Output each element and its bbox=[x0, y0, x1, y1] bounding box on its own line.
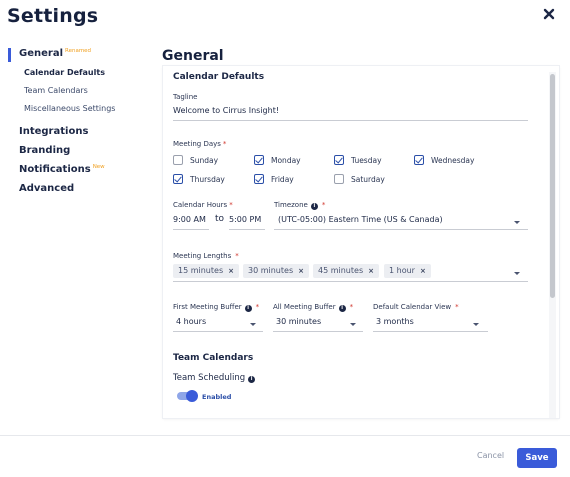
meeting-length-chip: 30 minutes × bbox=[243, 264, 309, 278]
default-calendar-view-select[interactable]: 3 months bbox=[373, 314, 488, 332]
sidebar-item-general[interactable]: General Renamed bbox=[19, 48, 91, 59]
meeting-length-chip: 15 minutes × bbox=[173, 264, 239, 278]
default-view-value: 3 months bbox=[376, 317, 414, 326]
footer-divider bbox=[0, 435, 570, 436]
info-icon[interactable]: i bbox=[310, 203, 318, 210]
checkbox-sunday[interactable] bbox=[173, 155, 183, 165]
chevron-down-icon bbox=[514, 272, 520, 275]
sidebar-item-label: General bbox=[19, 48, 63, 59]
chevron-down-icon bbox=[514, 221, 520, 224]
sidebar-item-branding[interactable]: Branding bbox=[19, 145, 70, 156]
timezone-label: Timezone i * bbox=[274, 201, 326, 210]
hours-start-input[interactable]: 9:00 AM bbox=[173, 212, 209, 230]
checkbox-wednesday[interactable] bbox=[414, 155, 424, 165]
default-calendar-view-label: Default Calendar View * bbox=[373, 303, 459, 311]
checkbox-tuesday[interactable] bbox=[334, 155, 344, 165]
checkbox-monday[interactable] bbox=[254, 155, 264, 165]
main-title: General bbox=[162, 48, 224, 64]
tagline-value: Welcome to Cirrus Insight! bbox=[173, 106, 280, 115]
toggle-status-label: Enabled bbox=[202, 393, 232, 401]
checkbox-thursday[interactable] bbox=[173, 174, 183, 184]
scrollbar-thumb[interactable] bbox=[550, 74, 555, 298]
all-meeting-buffer-select[interactable]: 30 minutes bbox=[273, 314, 363, 332]
checkbox-friday[interactable] bbox=[254, 174, 264, 184]
tagline-label: Tagline bbox=[173, 93, 198, 101]
sidebar-item-label: Notifications bbox=[19, 164, 91, 175]
chevron-down-icon bbox=[250, 323, 256, 326]
sidebar-subitem-team-calendars[interactable]: Team Calendars bbox=[24, 86, 88, 95]
day-label-tuesday: Tuesday bbox=[351, 156, 382, 165]
first-meeting-buffer-label: First Meeting Buffer i * bbox=[173, 303, 260, 312]
first-meeting-buffer-select[interactable]: 4 hours bbox=[173, 314, 263, 332]
all-meeting-buffer-label: All Meeting Buffer i * bbox=[273, 303, 354, 312]
day-label-saturday: Saturday bbox=[351, 175, 385, 184]
close-icon[interactable] bbox=[543, 8, 555, 20]
sidebar-item-integrations[interactable]: Integrations bbox=[19, 126, 88, 137]
chevron-down-icon bbox=[350, 323, 356, 326]
first-buffer-value: 4 hours bbox=[176, 317, 207, 326]
required-marker: * bbox=[455, 303, 459, 311]
sidebar-item-advanced[interactable]: Advanced bbox=[19, 183, 74, 194]
info-icon[interactable]: i bbox=[248, 376, 256, 383]
remove-chip-icon[interactable]: × bbox=[228, 267, 234, 275]
remove-chip-icon[interactable]: × bbox=[420, 267, 426, 275]
section-title-calendar-defaults: Calendar Defaults bbox=[173, 72, 265, 82]
day-label-monday: Monday bbox=[271, 156, 301, 165]
day-label-wednesday: Wednesday bbox=[431, 156, 475, 165]
hours-start-value: 9:00 AM bbox=[173, 215, 206, 224]
hours-to-label: to bbox=[215, 214, 225, 224]
required-marker: * bbox=[235, 252, 239, 260]
section-title-team-calendars: Team Calendars bbox=[173, 353, 254, 363]
team-scheduling-label: Team Scheduling i bbox=[173, 373, 256, 383]
day-label-thursday: Thursday bbox=[190, 175, 225, 184]
required-marker: * bbox=[321, 201, 326, 209]
new-badge: New bbox=[92, 164, 105, 170]
chevron-down-icon bbox=[473, 323, 479, 326]
tagline-input[interactable]: Welcome to Cirrus Insight! bbox=[173, 104, 528, 121]
nav-active-indicator bbox=[8, 48, 11, 62]
remove-chip-icon[interactable]: × bbox=[298, 267, 304, 275]
required-marker: * bbox=[255, 303, 260, 311]
cancel-button[interactable]: Cancel bbox=[477, 451, 504, 460]
required-marker: * bbox=[222, 140, 227, 148]
info-icon[interactable]: i bbox=[338, 305, 346, 312]
timezone-select[interactable]: (UTC-05:00) Eastern Time (US & Canada) bbox=[274, 212, 528, 230]
renamed-badge: Renamed bbox=[65, 48, 92, 54]
day-label-friday: Friday bbox=[271, 175, 294, 184]
day-label-sunday: Sunday bbox=[190, 156, 219, 165]
meeting-days-label: Meeting Days * bbox=[173, 140, 227, 148]
info-icon[interactable]: i bbox=[244, 305, 252, 312]
required-marker: * bbox=[349, 303, 354, 311]
meeting-length-chip: 1 hour × bbox=[384, 264, 431, 278]
calendar-hours-label: Calendar Hours * bbox=[173, 201, 233, 209]
checkbox-saturday[interactable] bbox=[334, 174, 344, 184]
required-marker: * bbox=[229, 201, 233, 209]
meeting-length-chip: 45 minutes × bbox=[313, 264, 379, 278]
save-button[interactable]: Save bbox=[517, 448, 557, 468]
sidebar-subitem-miscellaneous-settings[interactable]: Miscellaneous Settings bbox=[24, 104, 115, 113]
team-scheduling-toggle[interactable] bbox=[177, 390, 198, 402]
sidebar-subitem-calendar-defaults[interactable]: Calendar Defaults bbox=[24, 68, 105, 77]
remove-chip-icon[interactable]: × bbox=[368, 267, 374, 275]
all-buffer-value: 30 minutes bbox=[276, 317, 322, 326]
page-title: Settings bbox=[7, 5, 99, 27]
sidebar-item-notifications[interactable]: Notifications New bbox=[19, 164, 105, 175]
toggle-knob bbox=[186, 390, 198, 402]
hours-end-value: 5:00 PM bbox=[229, 215, 262, 224]
meeting-lengths-label: Meeting Lengths * bbox=[173, 252, 239, 260]
timezone-value: (UTC-05:00) Eastern Time (US & Canada) bbox=[278, 215, 443, 224]
hours-end-input[interactable]: 5:00 PM bbox=[229, 212, 265, 230]
